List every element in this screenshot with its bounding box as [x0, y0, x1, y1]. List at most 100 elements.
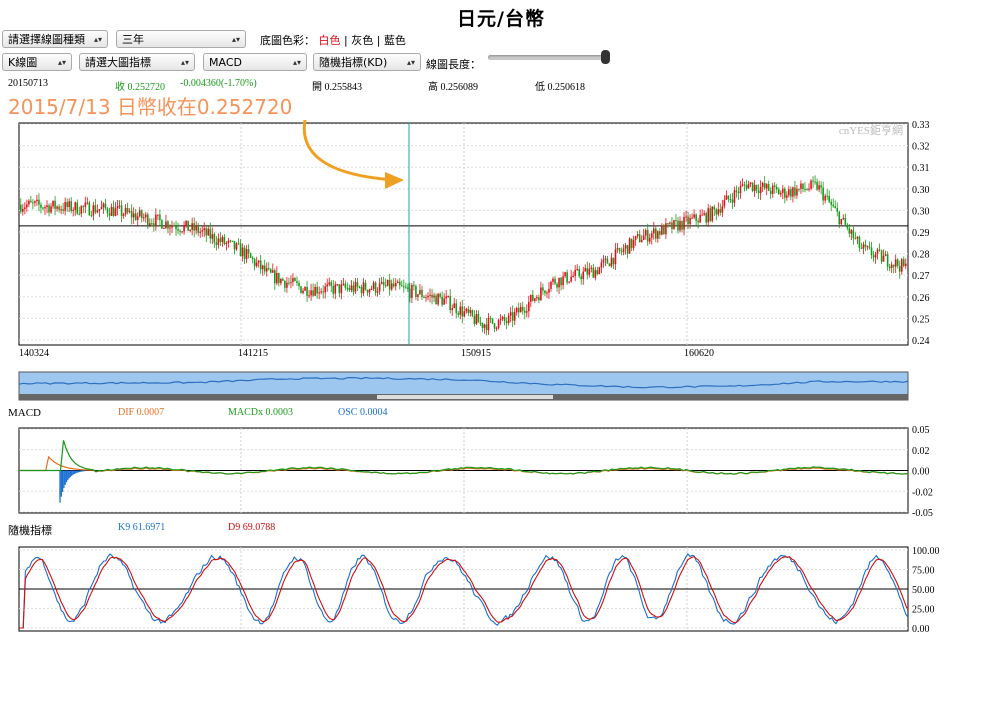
candle-body [116, 206, 119, 209]
main-indicator-select-value: 請選大圖指標 [85, 56, 151, 69]
candle-body [155, 214, 157, 227]
length-slider[interactable] [488, 55, 608, 60]
candle-body [350, 285, 353, 291]
candle-body [888, 266, 891, 269]
candle-body [429, 294, 431, 296]
candle-body [34, 201, 36, 203]
navigator-frame[interactable] [18, 371, 909, 401]
candle-body [366, 289, 369, 293]
candle-body [663, 225, 665, 235]
candle-body [890, 264, 893, 269]
candle-body [798, 188, 800, 190]
navigator-scroll-handle[interactable] [377, 395, 553, 399]
candle-body [411, 285, 413, 298]
candle-body [32, 202, 34, 204]
candle-body [777, 189, 780, 195]
candle-body [650, 233, 653, 238]
macd-frame [18, 427, 909, 514]
candle-body [499, 319, 502, 321]
candle-body [473, 316, 476, 325]
candle-body [836, 208, 839, 212]
candle-body [80, 206, 83, 214]
candle-body [54, 200, 56, 209]
candle-body [427, 295, 429, 298]
candle-body [312, 290, 314, 296]
macd-select[interactable]: MACD ▴▾ [203, 53, 307, 71]
candle-body [245, 249, 248, 259]
candle-body [509, 312, 512, 316]
candle-body [715, 209, 718, 215]
x-tick-label: 160620 [684, 348, 714, 359]
candle-body [290, 282, 292, 284]
macd-panel: 0.05 0.02 0.00 -0.02 -0.05 [18, 425, 933, 519]
candle-body [338, 284, 341, 294]
candle-body [120, 205, 123, 216]
candle-body [449, 295, 451, 311]
candle-body [201, 230, 204, 232]
bg-color-white[interactable]: 白色 [319, 34, 341, 47]
candle-body [22, 208, 24, 212]
bg-color-gray[interactable]: 灰色 [351, 34, 373, 47]
candle-body [48, 205, 50, 213]
candle-body [580, 276, 583, 280]
candle-body [503, 316, 506, 322]
navigator-panel [18, 371, 909, 401]
candle-body [741, 184, 744, 187]
candle-body [130, 211, 133, 218]
quote-change: -0.004360(-1.70%) [180, 78, 257, 89]
candle-body [227, 240, 230, 243]
candle-body [284, 280, 286, 288]
candle-body [655, 228, 657, 239]
candle-body [171, 225, 173, 228]
candle-body [884, 254, 887, 256]
candle-body [788, 189, 790, 196]
main-type-select-value: K線圖 [8, 56, 38, 69]
candle-body [864, 244, 867, 247]
kd-frame [18, 546, 909, 632]
length-slider-handle[interactable] [601, 50, 610, 64]
candle-body [30, 200, 32, 203]
navigator-scrollbar[interactable] [19, 394, 908, 400]
candle-body [610, 257, 613, 267]
main-type-select[interactable]: K線圖 ▴▾ [2, 53, 72, 71]
candle-body [370, 288, 373, 290]
main-indicator-select[interactable]: 請選大圖指標 ▴▾ [79, 53, 195, 71]
candle-body [572, 276, 574, 278]
candle-body [356, 282, 359, 287]
chevron-updown-icon: ▴▾ [93, 35, 102, 44]
candle-body [280, 278, 282, 284]
candle-body [721, 206, 724, 213]
y-tick-label: 0.29 [912, 228, 930, 239]
candle-body [38, 199, 40, 205]
y-tick-label: 0.05 [912, 425, 930, 436]
candle-body [282, 278, 284, 281]
period-select[interactable]: 三年 ▴▾ [116, 30, 246, 48]
candle-body [761, 183, 764, 187]
bg-color-blue[interactable]: 藍色 [384, 34, 406, 47]
macd-legend-dif: DIF 0.0007 [118, 407, 165, 418]
candle-body [626, 245, 629, 254]
candle-body [896, 259, 899, 266]
candle-body [878, 249, 881, 251]
y-tick-label: 100.00 [912, 546, 940, 557]
candle-body [588, 268, 591, 275]
candle-body [50, 206, 52, 213]
kd-select[interactable]: 隨機指標(KD) ▴▾ [313, 53, 421, 71]
candle-body [128, 211, 131, 213]
candle-body [523, 310, 526, 313]
chart-type-select[interactable]: 請選擇線圖種類 ▴▾ [2, 30, 108, 48]
candle-body [78, 213, 81, 215]
candle-body [451, 308, 454, 311]
candle-body [378, 283, 381, 292]
candle-body [574, 269, 576, 277]
candle-body [596, 270, 599, 275]
candle-body [386, 279, 389, 286]
kd-y-ticks: 100.00 75.00 50.00 25.00 0.00 [912, 546, 940, 635]
candle-body [534, 298, 536, 301]
candle-body [265, 268, 268, 272]
candle-body [568, 281, 570, 283]
candle-body [886, 254, 889, 267]
candle-body [92, 205, 95, 216]
candle-body [251, 257, 254, 260]
macd-gridlines [19, 428, 908, 513]
